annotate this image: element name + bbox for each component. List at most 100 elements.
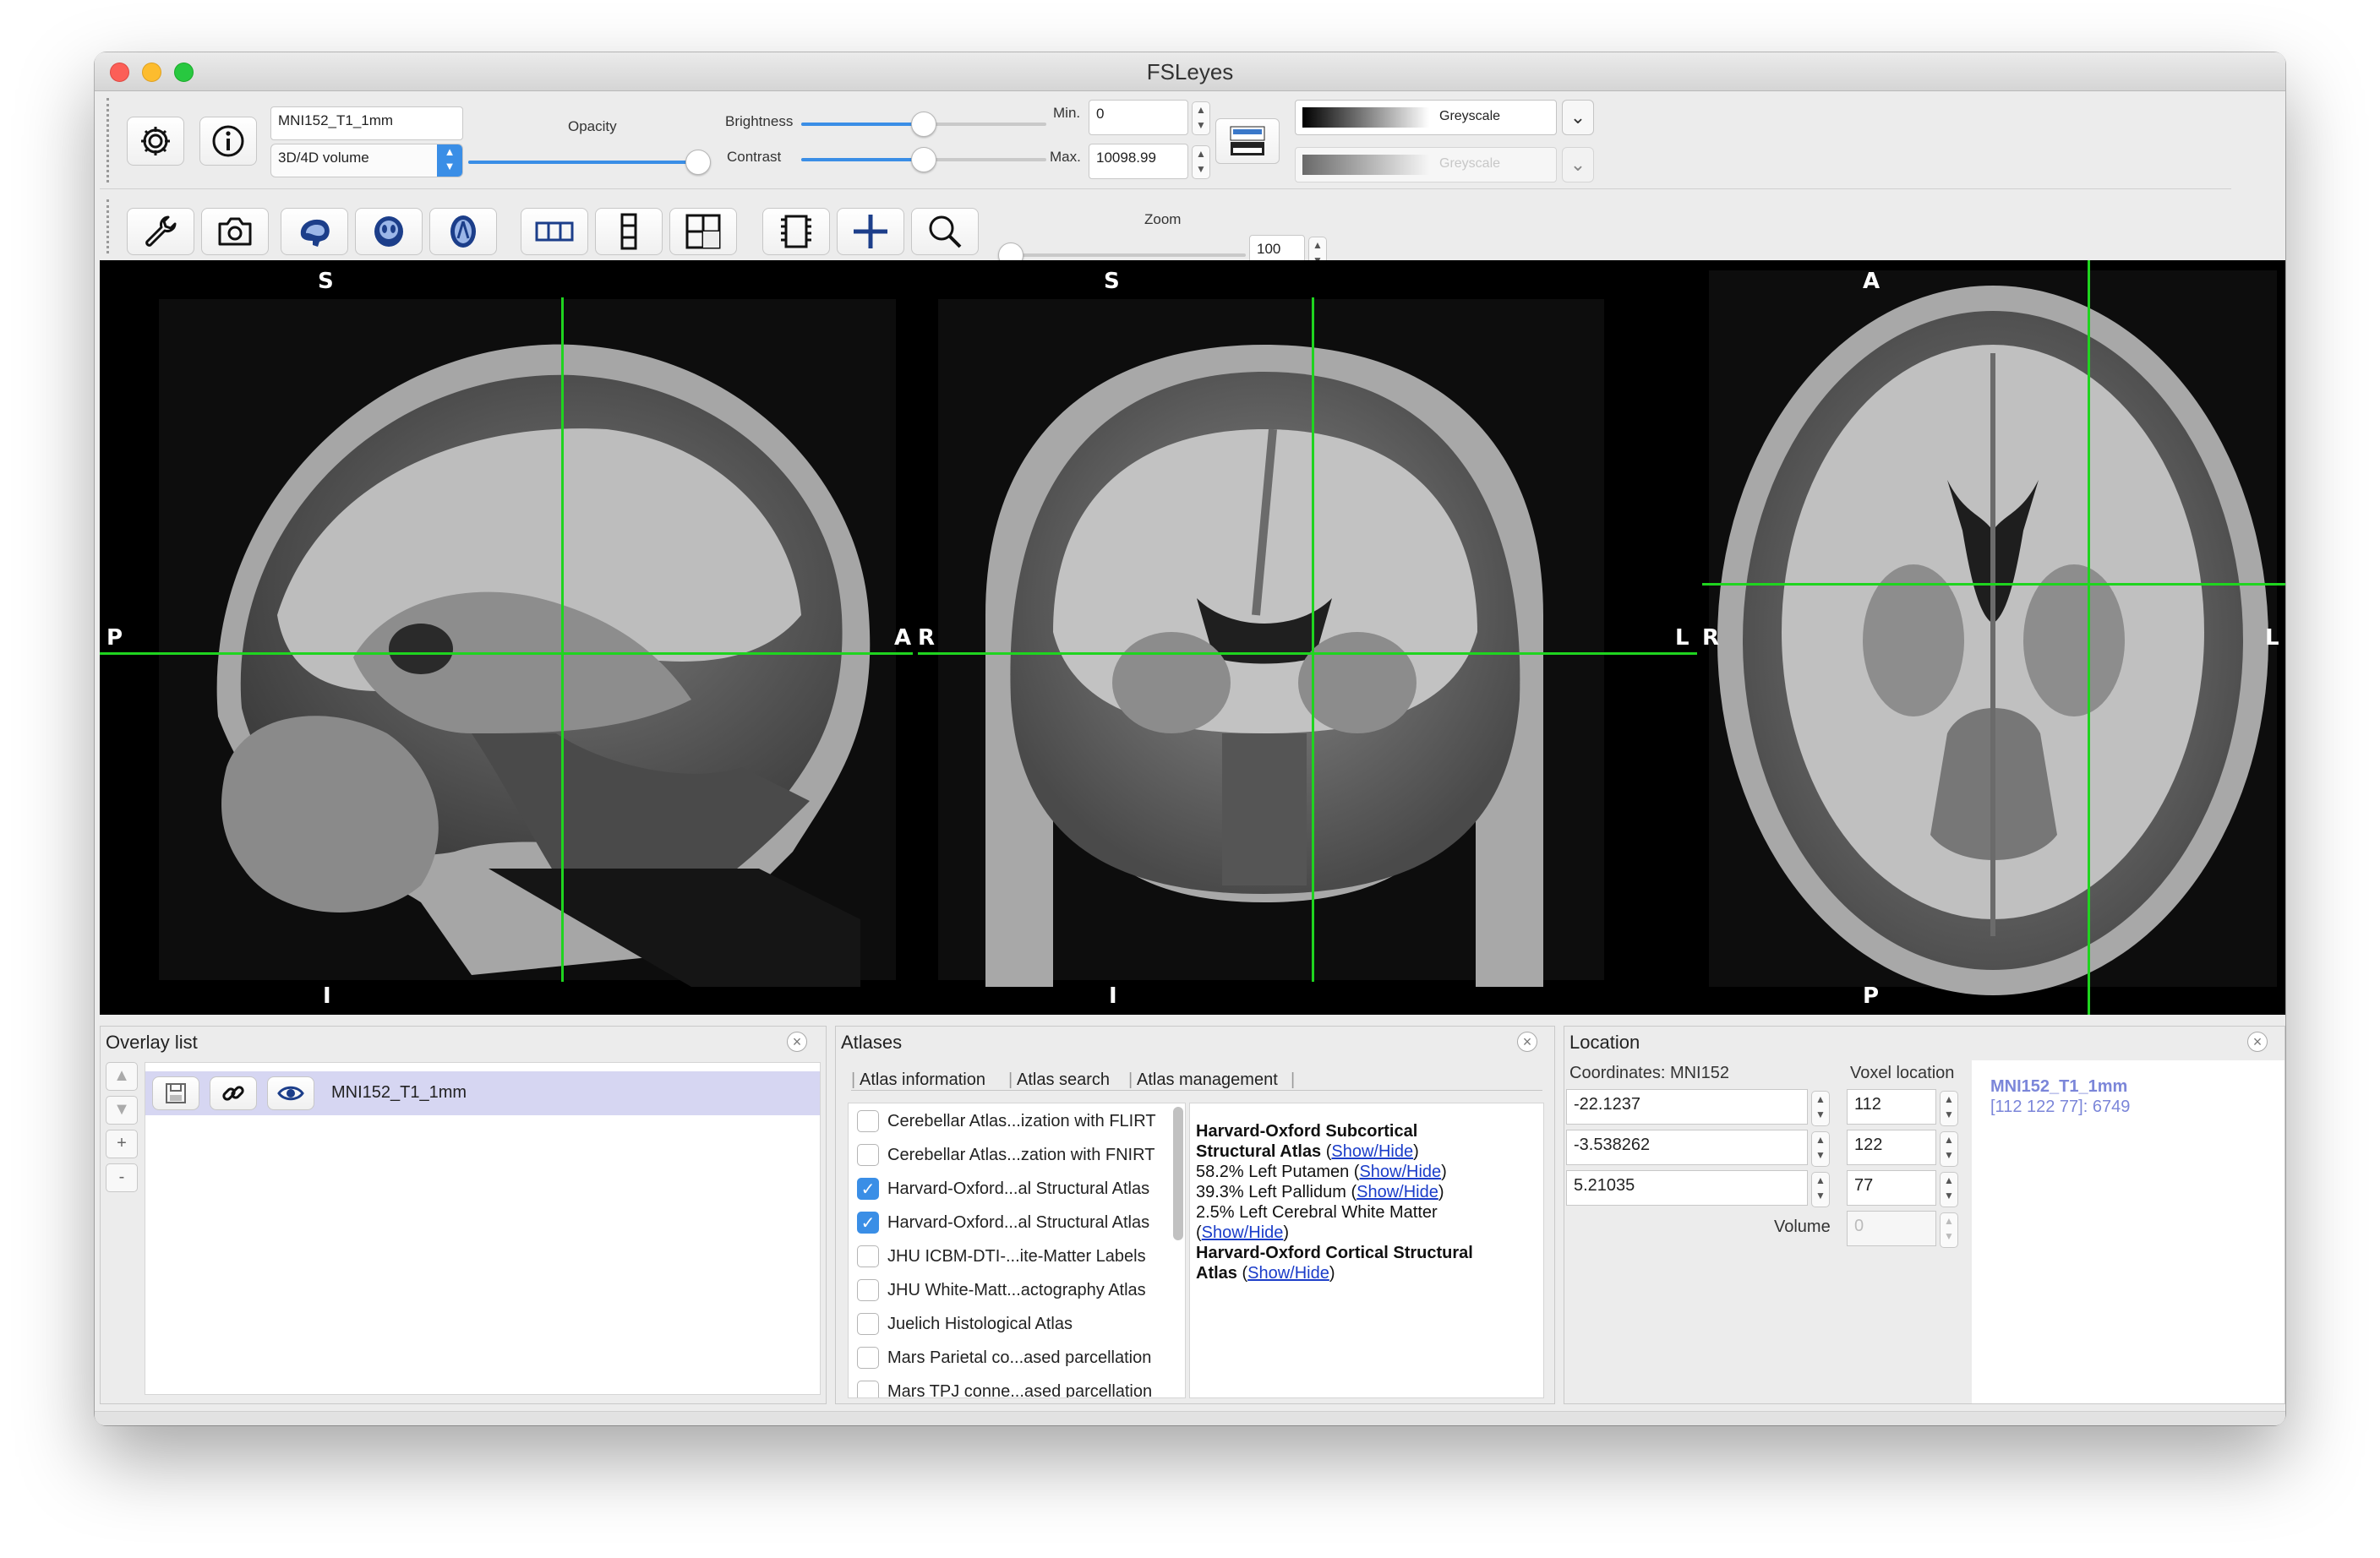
toggle-axial-button[interactable]: [429, 208, 497, 255]
atlas-list-item[interactable]: Juelich Histological Atlas: [887, 1315, 1073, 1334]
atlas-checkbox[interactable]: [857, 1347, 879, 1369]
coordinate-x-stepper[interactable]: ▲ ▼: [1811, 1091, 1830, 1126]
ortho-canvas[interactable]: S I P A S I R L A P R L: [100, 260, 2285, 1015]
show-hide-link[interactable]: Show/Hide: [1331, 1142, 1413, 1161]
toggle-coronal-button[interactable]: [355, 208, 423, 255]
volume-stepper[interactable]: ▲ ▼: [1940, 1212, 1958, 1248]
save-overlay-button[interactable]: [152, 1076, 199, 1110]
crosshair-toggle-button[interactable]: [837, 208, 904, 255]
volume-field[interactable]: 0: [1847, 1211, 1936, 1246]
tab-atlas-information[interactable]: Atlas information: [860, 1070, 985, 1090]
overlay-name-field[interactable]: MNI152_T1_1mm: [270, 106, 463, 140]
opacity-knob[interactable]: [685, 150, 711, 175]
atlas-checkbox[interactable]: ✓: [857, 1212, 879, 1234]
tab-atlas-management[interactable]: Atlas management: [1137, 1070, 1278, 1090]
close-panel-button[interactable]: ×: [787, 1032, 807, 1052]
max-field[interactable]: 10098.99: [1089, 144, 1188, 179]
atlas-checkbox[interactable]: [857, 1279, 879, 1301]
list-item[interactable]: MNI152_T1_1mm: [145, 1071, 820, 1115]
atlas-checkbox[interactable]: [857, 1313, 879, 1335]
min-stepper[interactable]: ▲ ▼: [1192, 101, 1210, 135]
atlases-title: Atlases: [841, 1032, 903, 1053]
colormap-dropdown-button[interactable]: ⌄: [1562, 100, 1594, 135]
remove-overlay-button[interactable]: -: [106, 1163, 138, 1192]
movie-mode-button[interactable]: [762, 208, 830, 255]
atlas-list-item[interactable]: Harvard-Oxford...al Structural Atlas: [887, 1179, 1149, 1199]
zoom-slider[interactable]: [1011, 253, 1246, 257]
voxel-y-stepper[interactable]: ▲ ▼: [1940, 1131, 1958, 1167]
toggle-visibility-button[interactable]: [267, 1076, 314, 1110]
close-panel-button[interactable]: ×: [1517, 1032, 1537, 1052]
link-overlay-button[interactable]: [210, 1076, 257, 1110]
voxel-y-field[interactable]: 122: [1847, 1130, 1936, 1165]
atlas-list-item[interactable]: JHU ICBM-DTI-...ite-Matter Labels: [887, 1247, 1146, 1267]
voxel-x-field[interactable]: 112: [1847, 1089, 1936, 1125]
location-title: Location: [1569, 1032, 1640, 1053]
overlay-type-select[interactable]: 3D/4D volume ▲ ▼: [270, 144, 463, 177]
settings-button[interactable]: [127, 117, 184, 166]
neg-colormap-select[interactable]: Greyscale: [1295, 147, 1557, 182]
atlas-list-item[interactable]: Cerebellar Atlas...zation with FNIRT: [887, 1146, 1155, 1165]
zoom-window-button[interactable]: [174, 63, 194, 82]
close-window-button[interactable]: [110, 63, 129, 82]
sagittal-view[interactable]: S I P A: [100, 260, 913, 1015]
tab-atlas-search[interactable]: Atlas search: [1017, 1070, 1110, 1090]
atlas-list-item[interactable]: Harvard-Oxford...al Structural Atlas: [887, 1213, 1149, 1233]
atlas-list-item[interactable]: Mars TPJ conne...ased parcellation: [887, 1382, 1152, 1397]
voxel-z-stepper[interactable]: ▲ ▼: [1940, 1172, 1958, 1207]
reset-zoom-button[interactable]: [911, 208, 979, 255]
max-stepper[interactable]: ▲ ▼: [1192, 145, 1210, 179]
coronal-view[interactable]: S I R L: [918, 260, 1697, 1015]
contrast-knob[interactable]: [911, 147, 936, 172]
voxel-x-stepper[interactable]: ▲ ▼: [1940, 1091, 1958, 1126]
screenshot-button[interactable]: [201, 208, 269, 255]
atlas-checkbox[interactable]: [857, 1245, 879, 1267]
minimize-window-button[interactable]: [142, 63, 161, 82]
add-overlay-button[interactable]: +: [106, 1130, 138, 1158]
vertical-layout-button[interactable]: [595, 208, 663, 255]
toolbar-grip[interactable]: [106, 199, 110, 253]
neg-colormap-gradient: [1302, 155, 1429, 175]
atlas-list-scrollbar[interactable]: [1173, 1107, 1183, 1240]
overlay-display-toolbar: MNI152_T1_1mm 3D/4D volume ▲ ▼ Opacity Br…: [100, 93, 2231, 189]
close-panel-button[interactable]: ×: [2247, 1032, 2268, 1052]
atlas-list[interactable]: Cerebellar Atlas...ization with FLIRT Cer…: [848, 1103, 1186, 1398]
invert-colormap-button[interactable]: [1215, 118, 1280, 164]
atlas-list-item[interactable]: Cerebellar Atlas...ization with FLIRT: [887, 1112, 1156, 1131]
toggle-sagittal-button[interactable]: [281, 208, 348, 255]
atlas-checkbox[interactable]: [857, 1144, 879, 1166]
coronal-brain-image: [938, 299, 1604, 987]
show-hide-link[interactable]: Show/Hide: [1359, 1163, 1441, 1181]
atlas-list-item[interactable]: Mars Parietal co...ased parcellation: [887, 1348, 1151, 1368]
show-hide-link[interactable]: Show/Hide: [1247, 1264, 1329, 1283]
coordinate-z-stepper[interactable]: ▲ ▼: [1811, 1172, 1830, 1207]
axial-view[interactable]: A P R L: [1702, 260, 2285, 1015]
brightness-knob[interactable]: [911, 112, 936, 137]
atlas-list-item[interactable]: JHU White-Matt...actography Atlas: [887, 1281, 1146, 1300]
atlas-checkbox[interactable]: ✓: [857, 1178, 879, 1200]
colormap-select[interactable]: Greyscale: [1295, 100, 1557, 135]
close-icon: ×: [1522, 1033, 1532, 1050]
info-button[interactable]: [199, 117, 257, 166]
coordinate-z-field[interactable]: 5.21035: [1566, 1170, 1808, 1206]
move-down-button[interactable]: ▼: [106, 1096, 138, 1125]
min-field[interactable]: 0: [1089, 100, 1188, 135]
show-hide-link[interactable]: Show/Hide: [1202, 1223, 1284, 1242]
overlay-list[interactable]: MNI152_T1_1mm: [145, 1062, 821, 1395]
view-settings-button[interactable]: [127, 208, 194, 255]
opacity-slider[interactable]: [468, 161, 698, 164]
move-up-button[interactable]: ▲: [106, 1062, 138, 1091]
atlas-checkbox[interactable]: [857, 1381, 879, 1397]
voxel-z-field[interactable]: 77: [1847, 1170, 1936, 1206]
neg-colormap-dropdown-button[interactable]: ⌄: [1562, 147, 1594, 182]
horizontal-layout-button[interactable]: [521, 208, 588, 255]
toolbar-grip[interactable]: [106, 98, 110, 182]
coordinate-y-stepper[interactable]: ▲ ▼: [1811, 1131, 1830, 1167]
show-hide-link[interactable]: Show/Hide: [1356, 1183, 1438, 1201]
atlas-tabs: | Atlas information | Atlas search | Atl…: [851, 1070, 1542, 1091]
atlas-checkbox[interactable]: [857, 1110, 879, 1132]
coordinate-y-field[interactable]: -3.538262: [1566, 1130, 1808, 1165]
grid-layout-button[interactable]: [669, 208, 737, 255]
coordinate-x-field[interactable]: -22.1237: [1566, 1089, 1808, 1125]
voxel-location-label: Voxel location: [1850, 1064, 1955, 1082]
